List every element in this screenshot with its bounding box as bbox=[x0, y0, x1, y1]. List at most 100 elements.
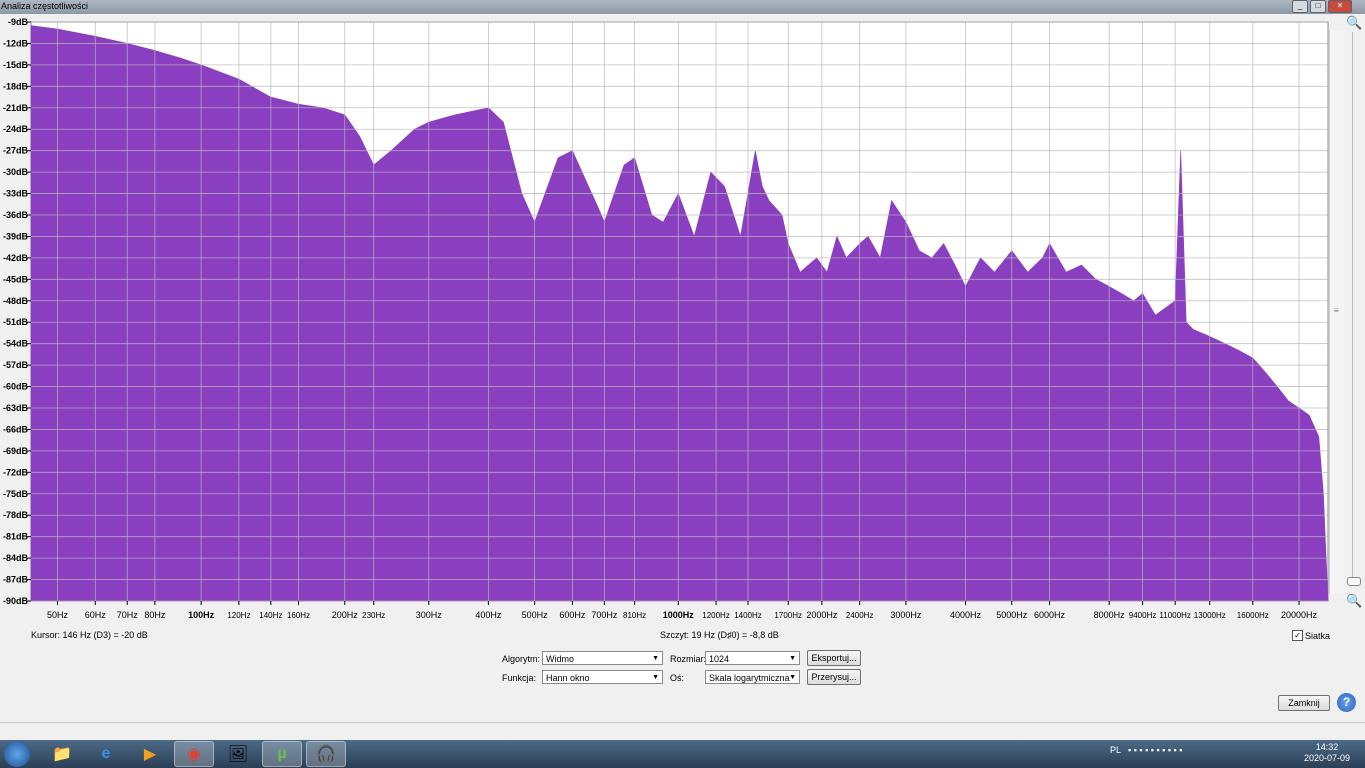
maximize-icon[interactable]: □ bbox=[1310, 0, 1326, 13]
x-tick-label: 160Hz bbox=[287, 611, 310, 620]
x-tick-label: 810Hz bbox=[623, 611, 646, 620]
x-tick-label: 16000Hz bbox=[1237, 611, 1269, 620]
y-tick-label: -51dB bbox=[3, 317, 29, 327]
y-tick-label: -42dB bbox=[3, 253, 29, 263]
grid-checkbox-box[interactable]: ✓ bbox=[1292, 630, 1303, 641]
internet-explorer-icon[interactable]: e bbox=[86, 741, 126, 767]
x-tick-label: 1200Hz bbox=[702, 611, 730, 620]
cursor-readout: Kursor: 146 Hz (D3) = -20 dB bbox=[31, 630, 148, 640]
y-tick-label: -18dB bbox=[3, 81, 29, 91]
audacity-icon[interactable]: 🎧 bbox=[306, 741, 346, 767]
y-tick-label: -69dB bbox=[3, 446, 29, 456]
y-tick-label: -84dB bbox=[3, 553, 29, 563]
size-select[interactable]: 1024 ▼ bbox=[705, 651, 800, 665]
algorithm-select-value: Widmo bbox=[546, 654, 575, 664]
function-select[interactable]: Hann okno ▼ bbox=[542, 670, 663, 684]
y-tick-label: -87dB bbox=[3, 575, 29, 585]
y-tick-label: -24dB bbox=[3, 124, 29, 134]
size-select-value: 1024 bbox=[709, 654, 730, 664]
axis-label: Oś: bbox=[670, 673, 685, 683]
function-select-value: Hann okno bbox=[546, 673, 590, 683]
y-tick-label: -90dB bbox=[3, 596, 29, 606]
y-tick-label: -78dB bbox=[3, 510, 29, 520]
x-tick-label: 100Hz bbox=[188, 610, 215, 620]
chevron-down-icon: ▼ bbox=[789, 655, 796, 662]
x-tick-label: 50Hz bbox=[47, 610, 69, 620]
peak-readout: Szczyt: 19 Hz (D♯0) = -8,8 dB bbox=[660, 630, 779, 640]
y-tick-label: -27dB bbox=[3, 146, 29, 156]
y-tick-label: -75dB bbox=[3, 489, 29, 499]
x-tick-label: 4000Hz bbox=[950, 610, 982, 620]
taskbar: 📁 e ▶ ◉ 🖼 µ 🎧 PL ▪ ▪ ▪ ▪ ▪ ▪ ▪ ▪ ▪ ▪ 14:… bbox=[0, 740, 1365, 768]
x-tick-label: 1700Hz bbox=[774, 611, 802, 620]
separator bbox=[0, 722, 1365, 723]
x-tick-label: 13000Hz bbox=[1194, 611, 1226, 620]
y-tick-label: -48dB bbox=[3, 296, 29, 306]
x-tick-label: 140Hz bbox=[259, 611, 282, 620]
scroll-grip-icon[interactable]: ≡ bbox=[1334, 306, 1340, 315]
title-bar: Analiza częstotliwości _ □ ✕ bbox=[0, 0, 1365, 14]
x-tick-label: 6000Hz bbox=[1034, 610, 1066, 620]
close-icon[interactable]: ✕ bbox=[1328, 0, 1352, 13]
utorrent-icon[interactable]: µ bbox=[262, 741, 302, 767]
x-tick-label: 70Hz bbox=[117, 610, 139, 620]
clock-time: 14:32 bbox=[1315, 742, 1339, 752]
replot-button[interactable]: Przerysuj... bbox=[807, 669, 861, 685]
x-tick-label: 120Hz bbox=[227, 611, 250, 620]
y-tick-label: -15dB bbox=[3, 60, 29, 70]
axis-select-value: Skala logarytmiczna bbox=[709, 673, 790, 683]
grid-checkbox-label: Siatka bbox=[1305, 630, 1331, 641]
clock[interactable]: 14:32 2020-07-09 bbox=[1300, 742, 1354, 764]
x-tick-label: 500Hz bbox=[522, 610, 549, 620]
y-tick-label: -54dB bbox=[3, 339, 29, 349]
window-title: Analiza częstotliwości bbox=[1, 1, 89, 11]
x-tick-label: 11000Hz bbox=[1159, 611, 1190, 620]
y-tick-label: -9dB bbox=[8, 17, 29, 27]
y-tick-label: -72dB bbox=[3, 467, 29, 477]
x-tick-label: 700Hz bbox=[591, 610, 618, 620]
zoom-slider-thumb[interactable] bbox=[1347, 577, 1361, 586]
algorithm-label: Algorytm: bbox=[502, 654, 541, 664]
grid-checkbox[interactable]: ✓ Siatka bbox=[1292, 630, 1330, 641]
y-tick-label: -39dB bbox=[3, 231, 29, 241]
y-tick-label: -60dB bbox=[3, 382, 29, 392]
x-tick-label: 60Hz bbox=[85, 610, 107, 620]
y-tick-label: -30dB bbox=[3, 167, 29, 177]
chrome-icon[interactable]: ◉ bbox=[174, 741, 214, 767]
x-tick-label: 400Hz bbox=[475, 610, 502, 620]
x-tick-label: 2000Hz bbox=[806, 610, 838, 620]
x-tick-label: 20000Hz bbox=[1281, 610, 1318, 620]
explorer-icon[interactable]: 📁 bbox=[42, 741, 82, 767]
close-button[interactable]: Zamknij bbox=[1278, 695, 1330, 711]
x-tick-label: 9400Hz bbox=[1129, 611, 1157, 620]
minimize-icon[interactable]: _ bbox=[1292, 0, 1308, 13]
language-indicator[interactable]: PL bbox=[1110, 745, 1121, 755]
tray-icons[interactable]: ▪ ▪ ▪ ▪ ▪ ▪ ▪ ▪ ▪ ▪ bbox=[1128, 745, 1182, 755]
spectrum-plot[interactable]: -9dB -12dB -15dB -18dB -21dB -24dB -27dB -30dB -… bbox=[0, 14, 1330, 624]
media-player-icon[interactable]: ▶ bbox=[130, 741, 170, 767]
zoom-in-icon[interactable]: 🔍 bbox=[1346, 16, 1362, 30]
algorithm-select[interactable]: Widmo ▼ bbox=[542, 651, 663, 665]
x-tick-label: 8000Hz bbox=[1094, 610, 1126, 620]
y-tick-label: -21dB bbox=[3, 103, 29, 113]
export-button[interactable]: Eksportuj... bbox=[807, 650, 861, 666]
y-tick-label: -66dB bbox=[3, 424, 29, 434]
y-tick-label: -57dB bbox=[3, 360, 29, 370]
y-tick-label: -63dB bbox=[3, 403, 29, 413]
function-label: Funkcja: bbox=[502, 673, 537, 683]
help-button[interactable]: ? bbox=[1337, 693, 1356, 712]
photo-viewer-icon[interactable]: 🖼 bbox=[218, 741, 258, 767]
x-tick-label: 2400Hz bbox=[846, 611, 874, 620]
size-label: Rozmiar: bbox=[670, 654, 707, 664]
x-tick-label: 80Hz bbox=[144, 610, 166, 620]
x-tick-label: 200Hz bbox=[332, 610, 359, 620]
y-tick-label: -36dB bbox=[3, 210, 29, 220]
vertical-scrollbar[interactable]: ≡ bbox=[1329, 30, 1344, 594]
chevron-down-icon: ▼ bbox=[789, 674, 796, 681]
x-tick-label: 230Hz bbox=[362, 611, 385, 620]
axis-select[interactable]: Skala logarytmiczna ▼ bbox=[705, 670, 800, 684]
zoom-out-icon[interactable]: 🔍 bbox=[1346, 594, 1362, 608]
chevron-down-icon: ▼ bbox=[652, 655, 659, 662]
start-button[interactable] bbox=[4, 741, 30, 767]
x-tick-label: 3000Hz bbox=[890, 610, 922, 620]
